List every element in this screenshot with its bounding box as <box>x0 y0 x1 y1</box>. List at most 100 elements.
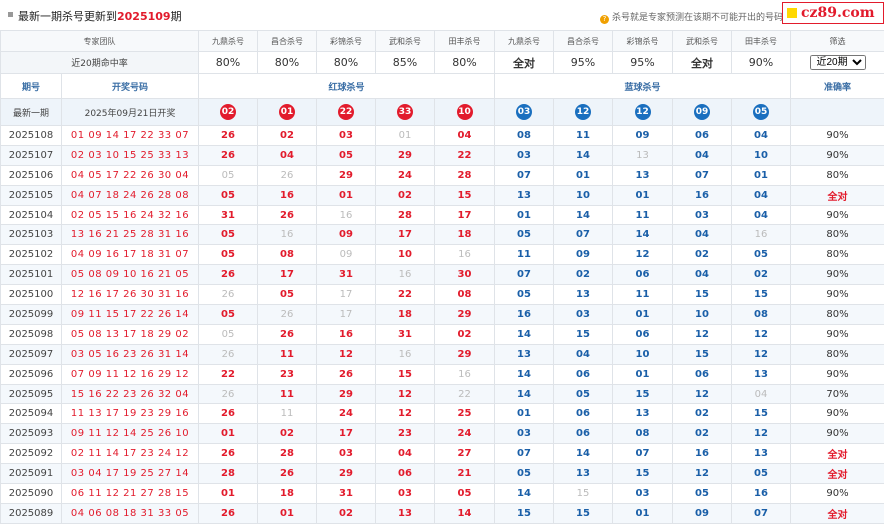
draw-numbers: 01 09 14 17 22 33 07 <box>62 126 199 146</box>
blue-kill-number: 13 <box>732 444 791 464</box>
blue-kill-number: 01 <box>613 364 673 384</box>
blue-kill-number: 15 <box>554 484 613 504</box>
accuracy-value: 90% <box>791 285 884 305</box>
draw-numbers: 05 08 09 10 16 21 05 <box>62 265 199 285</box>
red-kill-number: 26 <box>199 503 258 523</box>
issue-header: 期号 <box>1 74 62 99</box>
history-row: 202510702 03 10 15 25 33 132604052922031… <box>1 145 884 165</box>
accuracy-value: 80% <box>791 305 884 325</box>
issue-number: 2025096 <box>1 364 62 384</box>
blue-kill-number: 08 <box>495 126 554 146</box>
red-ball: 22 <box>338 104 354 120</box>
red-kill-number: 17 <box>435 205 495 225</box>
red-kill-number: 29 <box>435 305 495 325</box>
logo-square-icon <box>787 8 797 18</box>
blue-kill-number: 11 <box>554 126 613 146</box>
draw-numbers: 04 06 08 18 31 33 05 <box>62 503 199 523</box>
red-kill-number: 26 <box>258 324 317 344</box>
blue-kill-number: 01 <box>495 205 554 225</box>
blue-kill-number: 02 <box>673 424 732 444</box>
draw-numbers: 04 07 18 24 26 28 08 <box>62 185 199 205</box>
red-kill-number: 30 <box>435 265 495 285</box>
red-kill-number: 15 <box>435 185 495 205</box>
red-kill-number: 08 <box>258 245 317 265</box>
red-kill-number: 01 <box>258 503 317 523</box>
draw-numbers: 02 11 14 17 23 24 12 <box>62 444 199 464</box>
accuracy-value: 全对 <box>791 464 884 484</box>
red-ball-cell: 02 <box>199 99 258 126</box>
red-kill-number: 26 <box>199 285 258 305</box>
blue-kill-number: 08 <box>613 424 673 444</box>
red-ball-cell: 33 <box>376 99 435 126</box>
site-logo[interactable]: cz89.com <box>782 2 884 24</box>
red-kill-number: 26 <box>199 145 258 165</box>
blue-kill-number: 01 <box>613 185 673 205</box>
red-kill-number: 17 <box>317 424 376 444</box>
history-row: 202510105 08 09 10 16 21 052617311630070… <box>1 265 884 285</box>
hit-rate-row: 近20期命中率 80% 80% 80% 85% 80% 全对 95% 95% 全… <box>1 52 884 74</box>
blue-kill-number: 15 <box>673 285 732 305</box>
blue-ball-cell: 12 <box>613 99 673 126</box>
blue-kill-number: 05 <box>732 245 791 265</box>
blue-kill-number: 16 <box>673 444 732 464</box>
red-kill-number: 17 <box>258 265 317 285</box>
red-kill-number: 12 <box>376 384 435 404</box>
blue-kill-number: 15 <box>732 285 791 305</box>
blue-kill-number: 12 <box>732 324 791 344</box>
blue-kill-number: 04 <box>732 205 791 225</box>
red-kill-number: 26 <box>199 384 258 404</box>
accuracy-value: 全对 <box>791 185 884 205</box>
latest-date: 2025年09月21日开奖 <box>62 99 199 126</box>
accuracy-value: 90% <box>791 424 884 444</box>
blue-kill-number: 04 <box>732 384 791 404</box>
red-ball-cell: 22 <box>317 99 376 126</box>
blue-kill-number: 09 <box>673 503 732 523</box>
red-kill-number: 12 <box>376 404 435 424</box>
blue-kill-number: 13 <box>554 285 613 305</box>
accuracy-header: 准确率 <box>791 74 884 99</box>
red-kill-number: 26 <box>258 205 317 225</box>
red-kill-number: 04 <box>258 145 317 165</box>
blue-kill-number: 05 <box>554 384 613 404</box>
blue-kill-number: 04 <box>673 225 732 245</box>
red-kill-number: 31 <box>317 265 376 285</box>
hit-rate: 90% <box>732 52 791 74</box>
kill-number-table: 专家团队 九鼎杀号 昌合杀号 彩锦杀号 武和杀号 田丰杀号 九鼎杀号 昌合杀号 … <box>0 30 884 524</box>
blue-ball-cell: 09 <box>673 99 732 126</box>
issue-number: 2025095 <box>1 384 62 404</box>
history-row: 202509703 05 16 23 26 31 142611121629130… <box>1 344 884 364</box>
red-kill-number: 24 <box>376 165 435 185</box>
blue-kill-number: 05 <box>673 484 732 504</box>
draw-numbers: 09 11 12 14 25 26 10 <box>62 424 199 444</box>
red-kill-number: 16 <box>435 364 495 384</box>
hit-rate: 85% <box>376 52 435 74</box>
history-row: 202510313 16 21 25 28 31 160516091718050… <box>1 225 884 245</box>
red-kill-number: 29 <box>317 384 376 404</box>
period-filter-select[interactable]: 近20期 <box>810 55 866 70</box>
hit-rate: 80% <box>199 52 258 74</box>
blue-kill-number: 07 <box>554 225 613 245</box>
blue-kill-number: 09 <box>613 126 673 146</box>
blue-kill-number: 16 <box>732 484 791 504</box>
red-kill-number: 16 <box>435 245 495 265</box>
blue-kill-number: 15 <box>554 503 613 523</box>
expert-name: 武和杀号 <box>673 31 732 52</box>
hit-rate-label: 近20期命中率 <box>1 52 199 74</box>
history-row: 202509805 08 13 17 18 29 020526163102141… <box>1 324 884 344</box>
blue-kill-number: 06 <box>673 364 732 384</box>
accuracy-value: 80% <box>791 225 884 245</box>
red-kill-number: 11 <box>258 384 317 404</box>
history-row: 202510012 16 17 26 30 31 162605172208051… <box>1 285 884 305</box>
red-kill-number: 05 <box>199 225 258 245</box>
red-kill-number: 05 <box>199 305 258 325</box>
blue-kill-number: 07 <box>495 444 554 464</box>
blue-kill-number: 15 <box>732 404 791 424</box>
red-kill-number: 04 <box>376 444 435 464</box>
blue-kill-number: 04 <box>673 145 732 165</box>
red-kill-number: 09 <box>317 245 376 265</box>
expert-name: 田丰杀号 <box>732 31 791 52</box>
blue-kill-number: 16 <box>673 185 732 205</box>
draw-numbers: 07 09 11 12 16 29 12 <box>62 364 199 384</box>
red-kill-number: 09 <box>317 225 376 245</box>
red-kill-number: 22 <box>435 384 495 404</box>
